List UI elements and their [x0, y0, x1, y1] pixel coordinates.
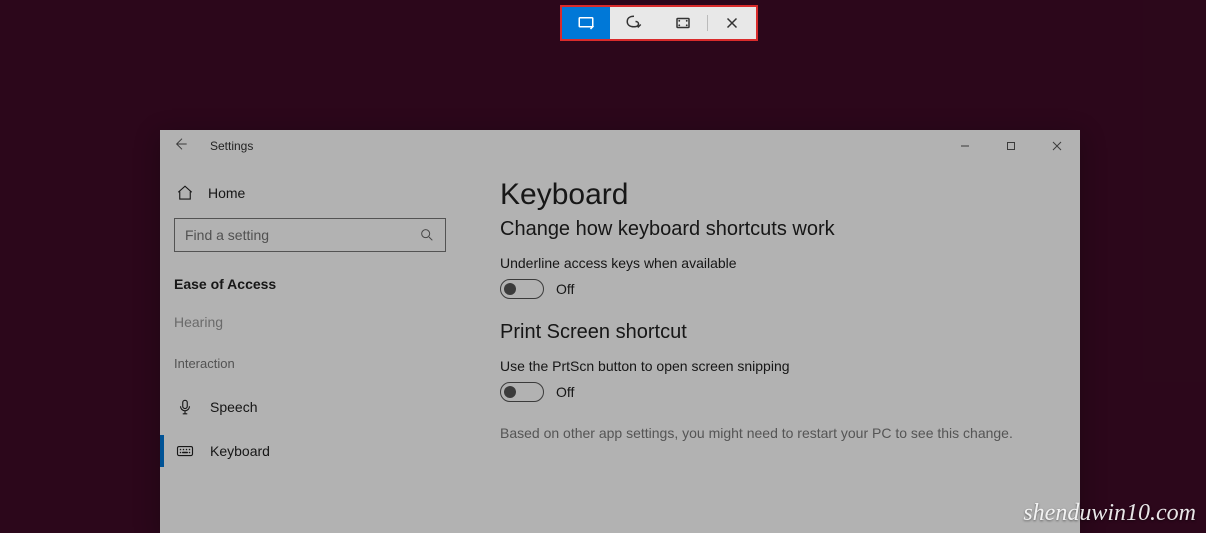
sidebar-item-speech[interactable]: Speech — [174, 385, 446, 429]
watermark: shenduwin10.com — [1023, 500, 1196, 527]
search-icon — [419, 227, 435, 243]
search-input[interactable] — [185, 227, 419, 243]
close-icon — [723, 14, 741, 32]
toggle-underline-state: Off — [556, 281, 574, 297]
home-icon — [176, 184, 194, 202]
setting-underline-label: Underline access keys when available — [500, 255, 1040, 271]
maximize-button[interactable] — [988, 130, 1034, 162]
close-window-button[interactable] — [1034, 130, 1080, 162]
keyboard-icon — [176, 442, 194, 460]
freeform-snip-button[interactable] — [610, 7, 658, 39]
sidebar-subheader: Interaction — [174, 356, 446, 371]
window-title: Settings — [210, 139, 253, 153]
sidebar-item-keyboard[interactable]: Keyboard — [174, 429, 446, 473]
maximize-icon — [1006, 141, 1016, 151]
rectangle-snip-icon — [577, 14, 595, 32]
snip-close-button[interactable] — [708, 7, 756, 39]
home-nav[interactable]: Home — [174, 180, 446, 218]
settings-window: Settings Home — [160, 130, 1080, 533]
rectangle-snip-button[interactable] — [562, 7, 610, 39]
section-print-screen: Print Screen shortcut — [500, 321, 1040, 344]
sidebar-item-hearing[interactable]: Hearing — [174, 314, 446, 330]
microphone-icon — [176, 398, 194, 416]
sidebar: Home Ease of Access Hearing Interaction … — [160, 162, 460, 533]
toggle-knob — [504, 283, 516, 295]
titlebar: Settings — [160, 130, 1080, 162]
fullscreen-snip-icon — [674, 14, 692, 32]
page-title: Keyboard — [500, 178, 1040, 212]
minimize-button[interactable] — [942, 130, 988, 162]
search-box[interactable] — [174, 218, 446, 252]
restart-note: Based on other app settings, you might n… — [500, 424, 1020, 444]
toggle-prtscn-snipping[interactable] — [500, 382, 544, 402]
sidebar-item-label: Keyboard — [210, 443, 270, 459]
main-content: Keyboard Change how keyboard shortcuts w… — [460, 162, 1080, 533]
snip-toolbar — [560, 5, 758, 41]
fullscreen-snip-button[interactable] — [659, 7, 707, 39]
section-subtitle: Change how keyboard shortcuts work — [500, 218, 1040, 241]
arrow-left-icon — [172, 136, 188, 152]
close-icon — [1052, 141, 1062, 151]
minimize-icon — [960, 141, 970, 151]
category-header: Ease of Access — [174, 276, 446, 292]
home-label: Home — [208, 185, 245, 201]
freeform-snip-icon — [625, 14, 643, 32]
setting-prtscn-label: Use the PrtScn button to open screen sni… — [500, 358, 1040, 374]
sidebar-item-label: Speech — [210, 399, 257, 415]
toggle-prtscn-state: Off — [556, 384, 574, 400]
toggle-underline-access-keys[interactable] — [500, 279, 544, 299]
toggle-knob — [504, 386, 516, 398]
back-button[interactable] — [168, 136, 192, 157]
